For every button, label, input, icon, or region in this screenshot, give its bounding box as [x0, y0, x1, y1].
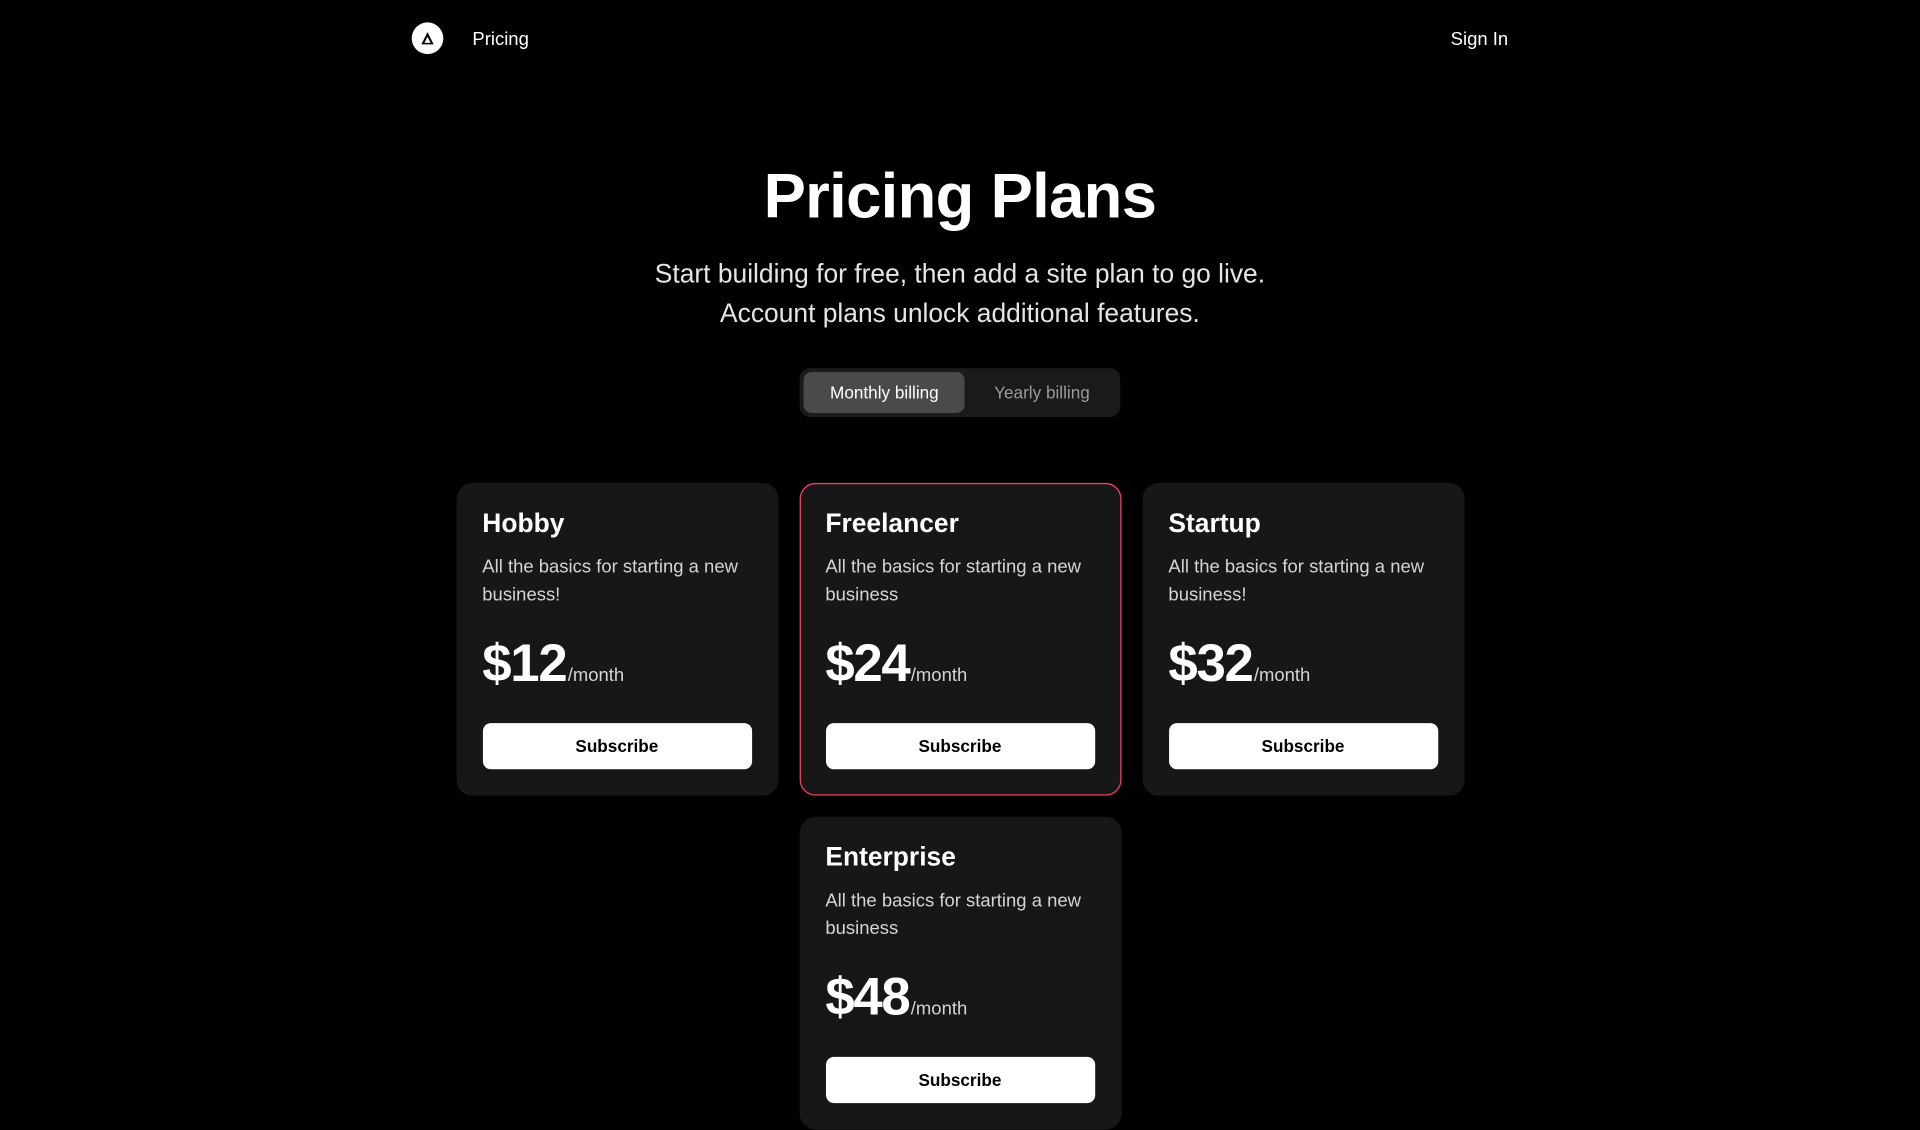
plan-period: /month — [911, 664, 967, 685]
navbar: Pricing Sign In — [0, 0, 1920, 77]
plan-price: $32 — [1168, 635, 1252, 694]
plan-price-row: $24 /month — [825, 635, 1094, 694]
hero-section: Pricing Plans Start building for free, t… — [0, 77, 1920, 334]
plan-period: /month — [1254, 664, 1310, 685]
billing-toggle: Monthly billing Yearly billing — [0, 368, 1920, 417]
subscribe-button[interactable]: Subscribe — [825, 1057, 1094, 1103]
plan-name: Startup — [1168, 509, 1437, 539]
plan-price-row: $32 /month — [1168, 635, 1437, 694]
plan-description: All the basics for starting a new busine… — [1168, 553, 1437, 608]
plan-card-hobby: Hobby All the basics for starting a new … — [456, 483, 778, 796]
plans-grid: Hobby All the basics for starting a new … — [0, 483, 1920, 1130]
plan-name: Enterprise — [825, 843, 1094, 873]
plan-card-startup: Startup All the basics for starting a ne… — [1142, 483, 1464, 796]
plan-price: $48 — [825, 969, 909, 1028]
subscribe-button[interactable]: Subscribe — [482, 723, 751, 769]
plan-name: Hobby — [482, 509, 751, 539]
toggle-yearly[interactable]: Yearly billing — [968, 372, 1116, 413]
plan-description: All the basics for starting a new busine… — [825, 553, 1094, 608]
nav-link-pricing[interactable]: Pricing — [472, 28, 528, 49]
plan-price: $12 — [482, 635, 566, 694]
page-subtitle: Start building for free, then add a site… — [617, 255, 1303, 334]
plan-card-enterprise: Enterprise All the basics for starting a… — [799, 817, 1121, 1130]
plan-price-row: $48 /month — [825, 969, 1094, 1028]
plan-description: All the basics for starting a new busine… — [482, 553, 751, 608]
page-title: Pricing Plans — [0, 161, 1920, 234]
toggle-monthly[interactable]: Monthly billing — [804, 372, 965, 413]
nav-link-signin[interactable]: Sign In — [1451, 28, 1509, 49]
plan-price: $24 — [825, 635, 909, 694]
plan-price-row: $12 /month — [482, 635, 751, 694]
navbar-left: Pricing — [412, 22, 529, 54]
subscribe-button[interactable]: Subscribe — [1168, 723, 1437, 769]
plan-period: /month — [911, 998, 967, 1019]
plan-name: Freelancer — [825, 509, 1094, 539]
subscribe-button[interactable]: Subscribe — [825, 723, 1094, 769]
plan-period: /month — [568, 664, 624, 685]
logo-icon[interactable] — [412, 22, 444, 54]
toggle-container: Monthly billing Yearly billing — [800, 368, 1120, 417]
plan-description: All the basics for starting a new busine… — [825, 887, 1094, 942]
plan-card-freelancer: Freelancer All the basics for starting a… — [799, 483, 1121, 796]
